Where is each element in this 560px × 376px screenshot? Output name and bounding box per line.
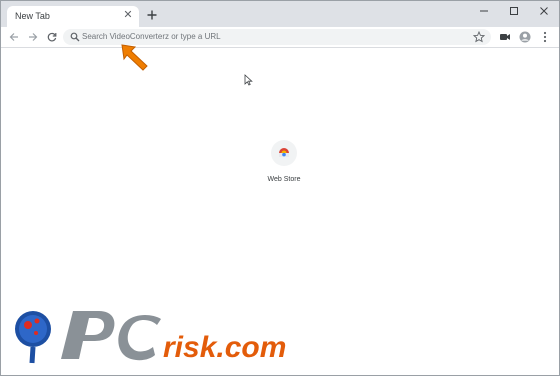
- close-icon: [540, 7, 548, 15]
- maximize-button[interactable]: [499, 1, 529, 21]
- omnibox-placeholder: Search VideoConverterz or type a URL: [82, 32, 221, 41]
- minimize-button[interactable]: [469, 1, 499, 21]
- close-window-button[interactable]: [529, 1, 559, 21]
- tab-strip: New Tab ✕: [1, 1, 559, 27]
- reload-button[interactable]: [45, 30, 59, 44]
- kebab-menu-icon: [543, 31, 547, 43]
- tab-close-icon[interactable]: ✕: [122, 9, 134, 21]
- browser-window: New Tab ✕ Search VideoConverterz or type…: [0, 0, 560, 376]
- pcrisk-watermark-logo: risk.com: [15, 311, 286, 364]
- extension-icon: [500, 34, 510, 40]
- minimize-icon: [480, 10, 488, 12]
- back-button[interactable]: [7, 30, 21, 44]
- back-arrow-icon: [9, 33, 18, 41]
- tab-title: New Tab: [15, 11, 50, 21]
- forward-arrow-icon: [29, 33, 38, 41]
- forward-button[interactable]: [26, 30, 40, 44]
- bookmark-star-icon[interactable]: [473, 31, 485, 43]
- shortcut-icon-circle: [271, 140, 297, 166]
- new-tab-plus-icon[interactable]: [146, 9, 158, 21]
- maximize-icon: [510, 7, 518, 15]
- web-store-icon: [279, 148, 289, 157]
- tab-new-tab[interactable]: New Tab ✕: [7, 6, 139, 27]
- window-controls: [469, 1, 559, 21]
- shortcut-label: Web Store: [267, 176, 301, 183]
- search-icon: [70, 32, 80, 42]
- menu-button[interactable]: [538, 30, 552, 44]
- mouse-cursor-icon: [244, 74, 253, 86]
- reload-icon: [47, 32, 57, 42]
- annotation-arrow-icon: [121, 44, 148, 71]
- extension-button[interactable]: [498, 30, 512, 44]
- profile-button[interactable]: [518, 30, 532, 44]
- svg-text:risk.com: risk.com: [163, 331, 286, 364]
- profile-icon: [519, 31, 531, 43]
- shortcut-web-store[interactable]: Web Store: [259, 140, 309, 190]
- toolbar: Search VideoConverterz or type a URL: [1, 27, 559, 48]
